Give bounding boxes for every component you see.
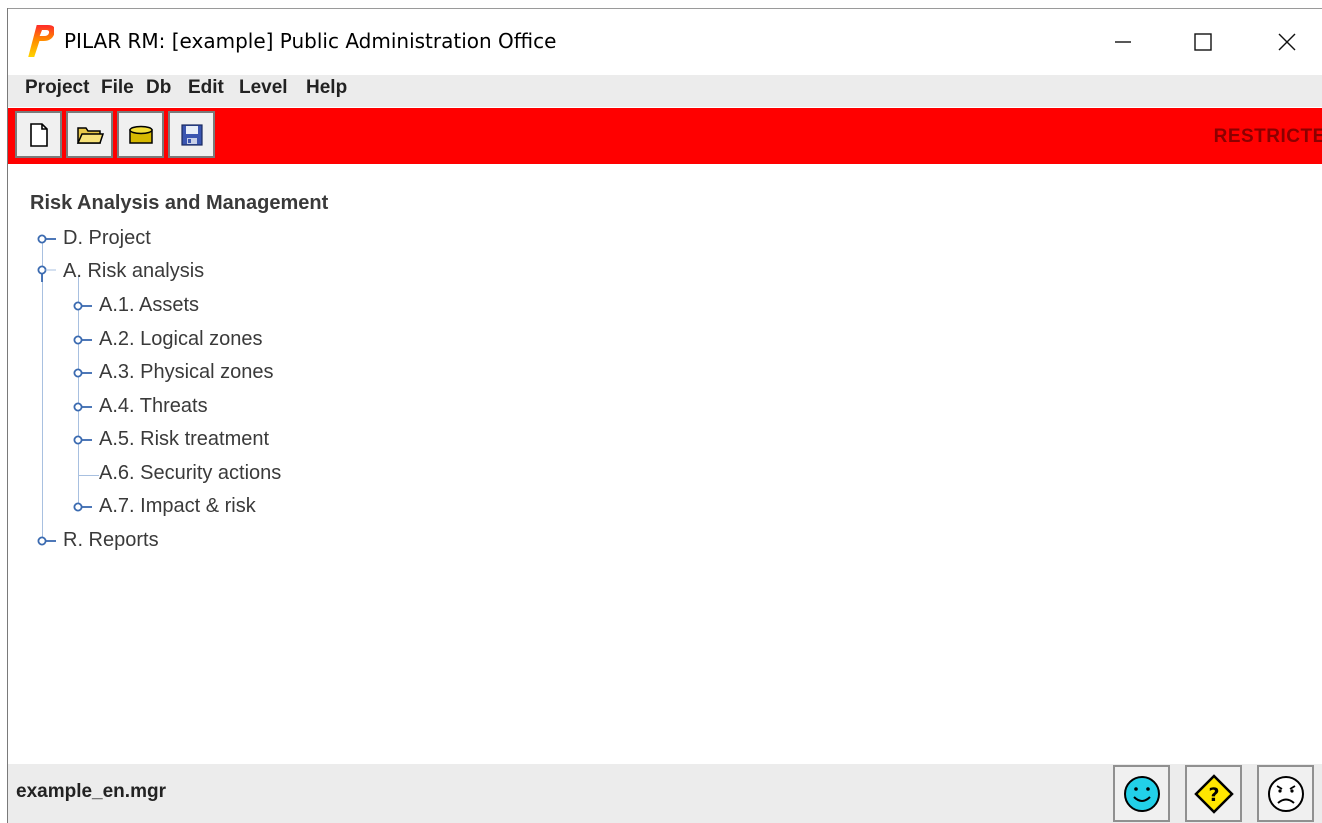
menu-edit[interactable]: Edit bbox=[186, 77, 226, 99]
window-top-edge bbox=[0, 0, 1322, 9]
tree-node-physical-zones[interactable]: A.3. Physical zones bbox=[72, 358, 372, 388]
tree-node-label: R. Reports bbox=[63, 529, 159, 551]
toolbar: RESTRICTED bbox=[8, 108, 1322, 164]
tree-node-label: D. Project bbox=[63, 227, 151, 249]
window-left-edge bbox=[0, 8, 8, 823]
status-bar: example_en.mgr ? bbox=[8, 764, 1322, 823]
tree-node-label: A.2. Logical zones bbox=[99, 328, 263, 350]
happy-button[interactable] bbox=[1113, 765, 1170, 822]
tree-node-label: A.6. Security actions bbox=[99, 462, 282, 484]
pilar-window: PILAR RM: [example] Public Administratio… bbox=[0, 0, 1322, 823]
window-title: PILAR RM: [example] Public Administratio… bbox=[64, 29, 557, 53]
tree-node-risk-treatment[interactable]: A.5. Risk treatment bbox=[72, 425, 372, 455]
title-bar: PILAR RM: [example] Public Administratio… bbox=[8, 9, 1322, 75]
menu-file[interactable]: File bbox=[99, 77, 136, 99]
menu-level[interactable]: Level bbox=[237, 77, 290, 99]
menu-bar: Project File Db Edit Level Help bbox=[8, 75, 1322, 107]
tree-node-label: A.7. Impact & risk bbox=[99, 495, 256, 517]
collapsed-key-icon bbox=[73, 368, 92, 378]
open-database-button[interactable] bbox=[117, 111, 164, 158]
tree-node-risk-analysis[interactable]: A. Risk analysis bbox=[36, 257, 336, 287]
open-folder-icon bbox=[76, 126, 104, 144]
pilar-logo-icon bbox=[28, 25, 54, 57]
sad-button[interactable] bbox=[1257, 765, 1314, 822]
tree-node-assets[interactable]: A.1. Assets bbox=[72, 291, 372, 321]
database-icon bbox=[128, 125, 153, 144]
collapsed-key-icon bbox=[73, 335, 92, 345]
collapsed-key-icon bbox=[73, 301, 92, 311]
tree-node-reports[interactable]: R. Reports bbox=[36, 526, 336, 556]
menu-db[interactable]: Db bbox=[144, 77, 173, 99]
collapsed-key-icon bbox=[37, 536, 56, 546]
help-button[interactable]: ? bbox=[1185, 765, 1242, 822]
classification-label: RESTRICTED bbox=[1213, 126, 1322, 147]
tree-node-impact-risk[interactable]: A.7. Impact & risk bbox=[72, 492, 372, 522]
project-tree: Risk Analysis and Management D. Project … bbox=[8, 164, 1322, 764]
menu-project[interactable]: Project bbox=[23, 77, 91, 99]
happy-face-icon bbox=[1123, 775, 1160, 812]
maximize-icon bbox=[1194, 33, 1212, 51]
minimize-icon bbox=[1115, 41, 1131, 43]
collapsed-key-icon bbox=[73, 435, 92, 445]
tree-node-threats[interactable]: A.4. Threats bbox=[72, 392, 372, 422]
sad-face-icon bbox=[1267, 775, 1304, 812]
tree-node-label: A.1. Assets bbox=[99, 294, 200, 316]
tree-root-label: Risk Analysis and Management bbox=[30, 192, 329, 214]
tree-node-project[interactable]: D. Project bbox=[36, 224, 336, 254]
collapsed-key-icon bbox=[37, 234, 56, 244]
tree-node-logical-zones[interactable]: A.2. Logical zones bbox=[72, 325, 372, 355]
maximize-button[interactable] bbox=[1170, 9, 1236, 75]
close-icon bbox=[1278, 33, 1296, 51]
save-project-button[interactable] bbox=[168, 111, 215, 158]
expanded-key-icon bbox=[37, 265, 56, 282]
collapsed-key-icon bbox=[73, 402, 92, 412]
tree-node-label: A.4. Threats bbox=[99, 395, 208, 417]
project-filename: example_en.mgr bbox=[16, 781, 166, 802]
tree-node-security-actions[interactable]: A.6. Security actions bbox=[72, 459, 372, 489]
tree-node-label: A.3. Physical zones bbox=[99, 361, 274, 383]
minimize-button[interactable] bbox=[1090, 9, 1156, 75]
svg-text:?: ? bbox=[1208, 784, 1219, 806]
new-document-icon bbox=[29, 122, 48, 147]
collapsed-key-icon bbox=[73, 502, 92, 512]
new-project-button[interactable] bbox=[15, 111, 62, 158]
tree-node-label: A. Risk analysis bbox=[63, 260, 205, 282]
help-diamond-icon: ? bbox=[1193, 773, 1234, 814]
close-button[interactable] bbox=[1254, 9, 1320, 75]
menu-help[interactable]: Help bbox=[304, 77, 349, 99]
tree-node-label: A.5. Risk treatment bbox=[99, 428, 270, 450]
open-project-button[interactable] bbox=[66, 111, 113, 158]
save-icon bbox=[180, 123, 203, 146]
